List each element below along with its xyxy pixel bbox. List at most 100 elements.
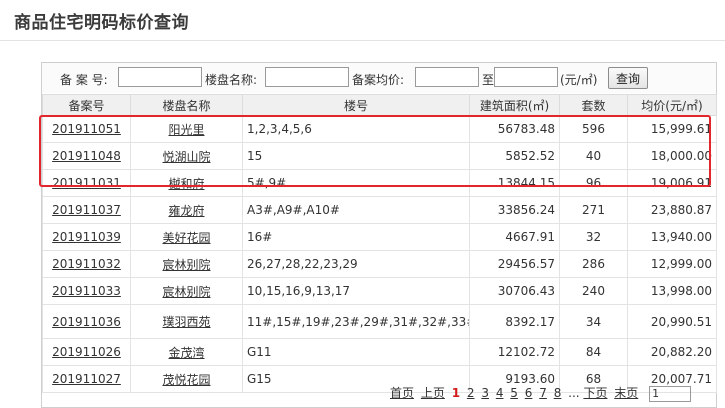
col-header-avg-price: 均价(元/㎡) xyxy=(627,94,717,116)
table-row: 201911026 金茂湾 G11 12102.72 84 20,882.20 xyxy=(42,338,717,366)
floor-area-cell: 5852.52 xyxy=(469,142,560,170)
page-link[interactable]: 7 xyxy=(539,386,547,400)
record-no-link[interactable]: 201911051 xyxy=(52,122,121,136)
project-name-link[interactable]: 阳光里 xyxy=(168,123,204,137)
avg-price-cell: 18,000.00 xyxy=(627,142,717,170)
record-no-label: 备 案 号: xyxy=(60,73,108,87)
floor-area-cell: 29456.57 xyxy=(469,250,560,278)
price-to-label: 至 xyxy=(482,73,495,87)
avg-price-cell: 12,999.00 xyxy=(627,250,717,278)
building-no-cell: 10,15,16,9,13,17 xyxy=(242,277,470,305)
project-name-link[interactable]: 樾和府 xyxy=(168,177,204,191)
record-no-link[interactable]: 201911031 xyxy=(52,176,121,190)
floor-area-cell: 30706.43 xyxy=(469,277,560,305)
table-row: 201911032 宸林别院 26,27,28,22,23,29 29456.5… xyxy=(42,250,717,278)
units-cell: 34 xyxy=(559,304,628,339)
record-no-link[interactable]: 201911039 xyxy=(52,230,121,244)
current-page: 1 xyxy=(451,386,461,400)
building-no-cell: 1,2,3,4,5,6 xyxy=(242,115,470,143)
page-link[interactable]: 2 xyxy=(467,386,475,400)
floor-area-cell: 56783.48 xyxy=(469,115,560,143)
units-cell: 596 xyxy=(559,115,628,143)
project-name-link[interactable]: 宸林别院 xyxy=(162,285,210,299)
project-name-input[interactable] xyxy=(265,67,349,87)
floor-area-cell: 12102.72 xyxy=(469,338,560,366)
floor-area-cell: 33856.24 xyxy=(469,196,560,224)
project-name-link[interactable]: 宸林别院 xyxy=(162,258,210,272)
record-no-link[interactable]: 201911037 xyxy=(52,203,121,217)
first-page-link[interactable]: 首页 xyxy=(390,386,414,400)
price-to-input[interactable] xyxy=(494,67,558,87)
record-no-link[interactable]: 201911048 xyxy=(52,149,121,163)
avg-price-cell: 23,880.87 xyxy=(627,196,717,224)
avg-price-cell: 20,990.51 xyxy=(627,304,717,339)
floor-area-cell: 13844.15 xyxy=(469,169,560,197)
record-no-link[interactable]: 201911036 xyxy=(52,315,121,329)
search-form: 备 案 号: 楼盘名称: 备案均价: 至 (元/㎡) 查询 xyxy=(42,63,716,93)
record-no-input[interactable] xyxy=(118,67,202,87)
prev-page-link[interactable]: 上页 xyxy=(421,386,445,400)
project-name-link[interactable]: 璞羽西苑 xyxy=(162,315,210,329)
price-unit-label: (元/㎡) xyxy=(560,73,598,87)
col-header-project-name: 楼盘名称 xyxy=(130,94,243,116)
table-row: 201911037 雍龙府 A3#,A9#,A10# 33856.24 271 … xyxy=(42,196,717,224)
avg-price-cell: 15,999.61 xyxy=(627,115,717,143)
building-no-cell: A3#,A9#,A10# xyxy=(242,196,470,224)
project-name-label: 楼盘名称: xyxy=(205,73,258,87)
building-no-cell: G11 xyxy=(242,338,470,366)
page-title: 商品住宅明码标价查询 xyxy=(14,13,189,33)
units-cell: 271 xyxy=(559,196,628,224)
page-link[interactable]: 3 xyxy=(481,386,489,400)
page-link[interactable]: 8 xyxy=(554,386,562,400)
next-page-link[interactable]: 下页 xyxy=(583,386,607,400)
table-row: 201911051 阳光里 1,2,3,4,5,6 56783.48 596 1… xyxy=(42,115,717,143)
building-no-cell: 11#,15#,19#,23#,29#,31#,32#,33#,35# xyxy=(242,304,470,339)
floor-area-cell: 4667.91 xyxy=(469,223,560,251)
record-no-link[interactable]: 201911033 xyxy=(52,284,121,298)
project-name-link[interactable]: 茂悦花园 xyxy=(162,373,210,387)
avg-price-cell: 13,940.00 xyxy=(627,223,717,251)
avg-price-cell: 19,006.91 xyxy=(627,169,717,197)
units-cell: 40 xyxy=(559,142,628,170)
page-link[interactable]: 5 xyxy=(510,386,518,400)
page-link[interactable]: 4 xyxy=(496,386,504,400)
units-cell: 96 xyxy=(559,169,628,197)
floor-area-cell: 8392.17 xyxy=(469,304,560,339)
avg-price-cell: 13,998.00 xyxy=(627,277,717,305)
table-row: 201911031 樾和府 5#,9# 13844.15 96 19,006.9… xyxy=(42,169,717,197)
units-cell: 240 xyxy=(559,277,628,305)
col-header-building-no: 楼号 xyxy=(242,94,470,116)
building-no-cell: 26,27,28,22,23,29 xyxy=(242,250,470,278)
pagination: 首页 上页 1 2 3 4 5 6 7 8 ... 下页 末页 1 xyxy=(390,384,692,402)
table-row: 201911039 美好花园 16# 4667.91 32 13,940.00 xyxy=(42,223,717,251)
project-name-link[interactable]: 悦湖山院 xyxy=(162,150,210,164)
col-header-floor-area: 建筑面积(㎡) xyxy=(469,94,560,116)
building-no-cell: 15 xyxy=(242,142,470,170)
building-no-cell: 16# xyxy=(242,223,470,251)
project-name-link[interactable]: 雍龙府 xyxy=(168,204,204,218)
title-bar: 商品住宅明码标价查询 xyxy=(0,0,725,41)
units-cell: 286 xyxy=(559,250,628,278)
table-header-row: 备案号 楼盘名称 楼号 建筑面积(㎡) 套数 均价(元/㎡) xyxy=(42,94,717,116)
record-no-link[interactable]: 201911026 xyxy=(52,345,121,359)
units-cell: 84 xyxy=(559,338,628,366)
page-link[interactable]: 6 xyxy=(525,386,533,400)
last-page-link[interactable]: 末页 xyxy=(614,386,638,400)
record-no-link[interactable]: 201911027 xyxy=(52,372,121,386)
search-button[interactable]: 查询 xyxy=(608,67,649,89)
units-cell: 32 xyxy=(559,223,628,251)
price-table: 备案号 楼盘名称 楼号 建筑面积(㎡) 套数 均价(元/㎡) 201911051… xyxy=(42,94,717,393)
project-name-link[interactable]: 美好花园 xyxy=(162,231,210,245)
price-from-input[interactable] xyxy=(415,67,479,87)
query-panel: 备 案 号: 楼盘名称: 备案均价: 至 (元/㎡) 查询 备案号 楼盘名称 楼… xyxy=(41,62,717,408)
record-no-link[interactable]: 201911032 xyxy=(52,257,121,271)
col-header-record-no: 备案号 xyxy=(42,94,131,116)
table-row: 201911033 宸林别院 10,15,16,9,13,17 30706.43… xyxy=(42,277,717,305)
col-header-units: 套数 xyxy=(559,94,628,116)
table-row: 201911036 璞羽西苑 11#,15#,19#,23#,29#,31#,3… xyxy=(42,304,717,339)
table-row: 201911048 悦湖山院 15 5852.52 40 18,000.00 xyxy=(42,142,717,170)
page-number-input[interactable]: 1 xyxy=(649,385,692,402)
pager-ellipsis: ... xyxy=(568,386,580,400)
building-no-cell: 5#,9# xyxy=(242,169,470,197)
project-name-link[interactable]: 金茂湾 xyxy=(168,346,204,360)
